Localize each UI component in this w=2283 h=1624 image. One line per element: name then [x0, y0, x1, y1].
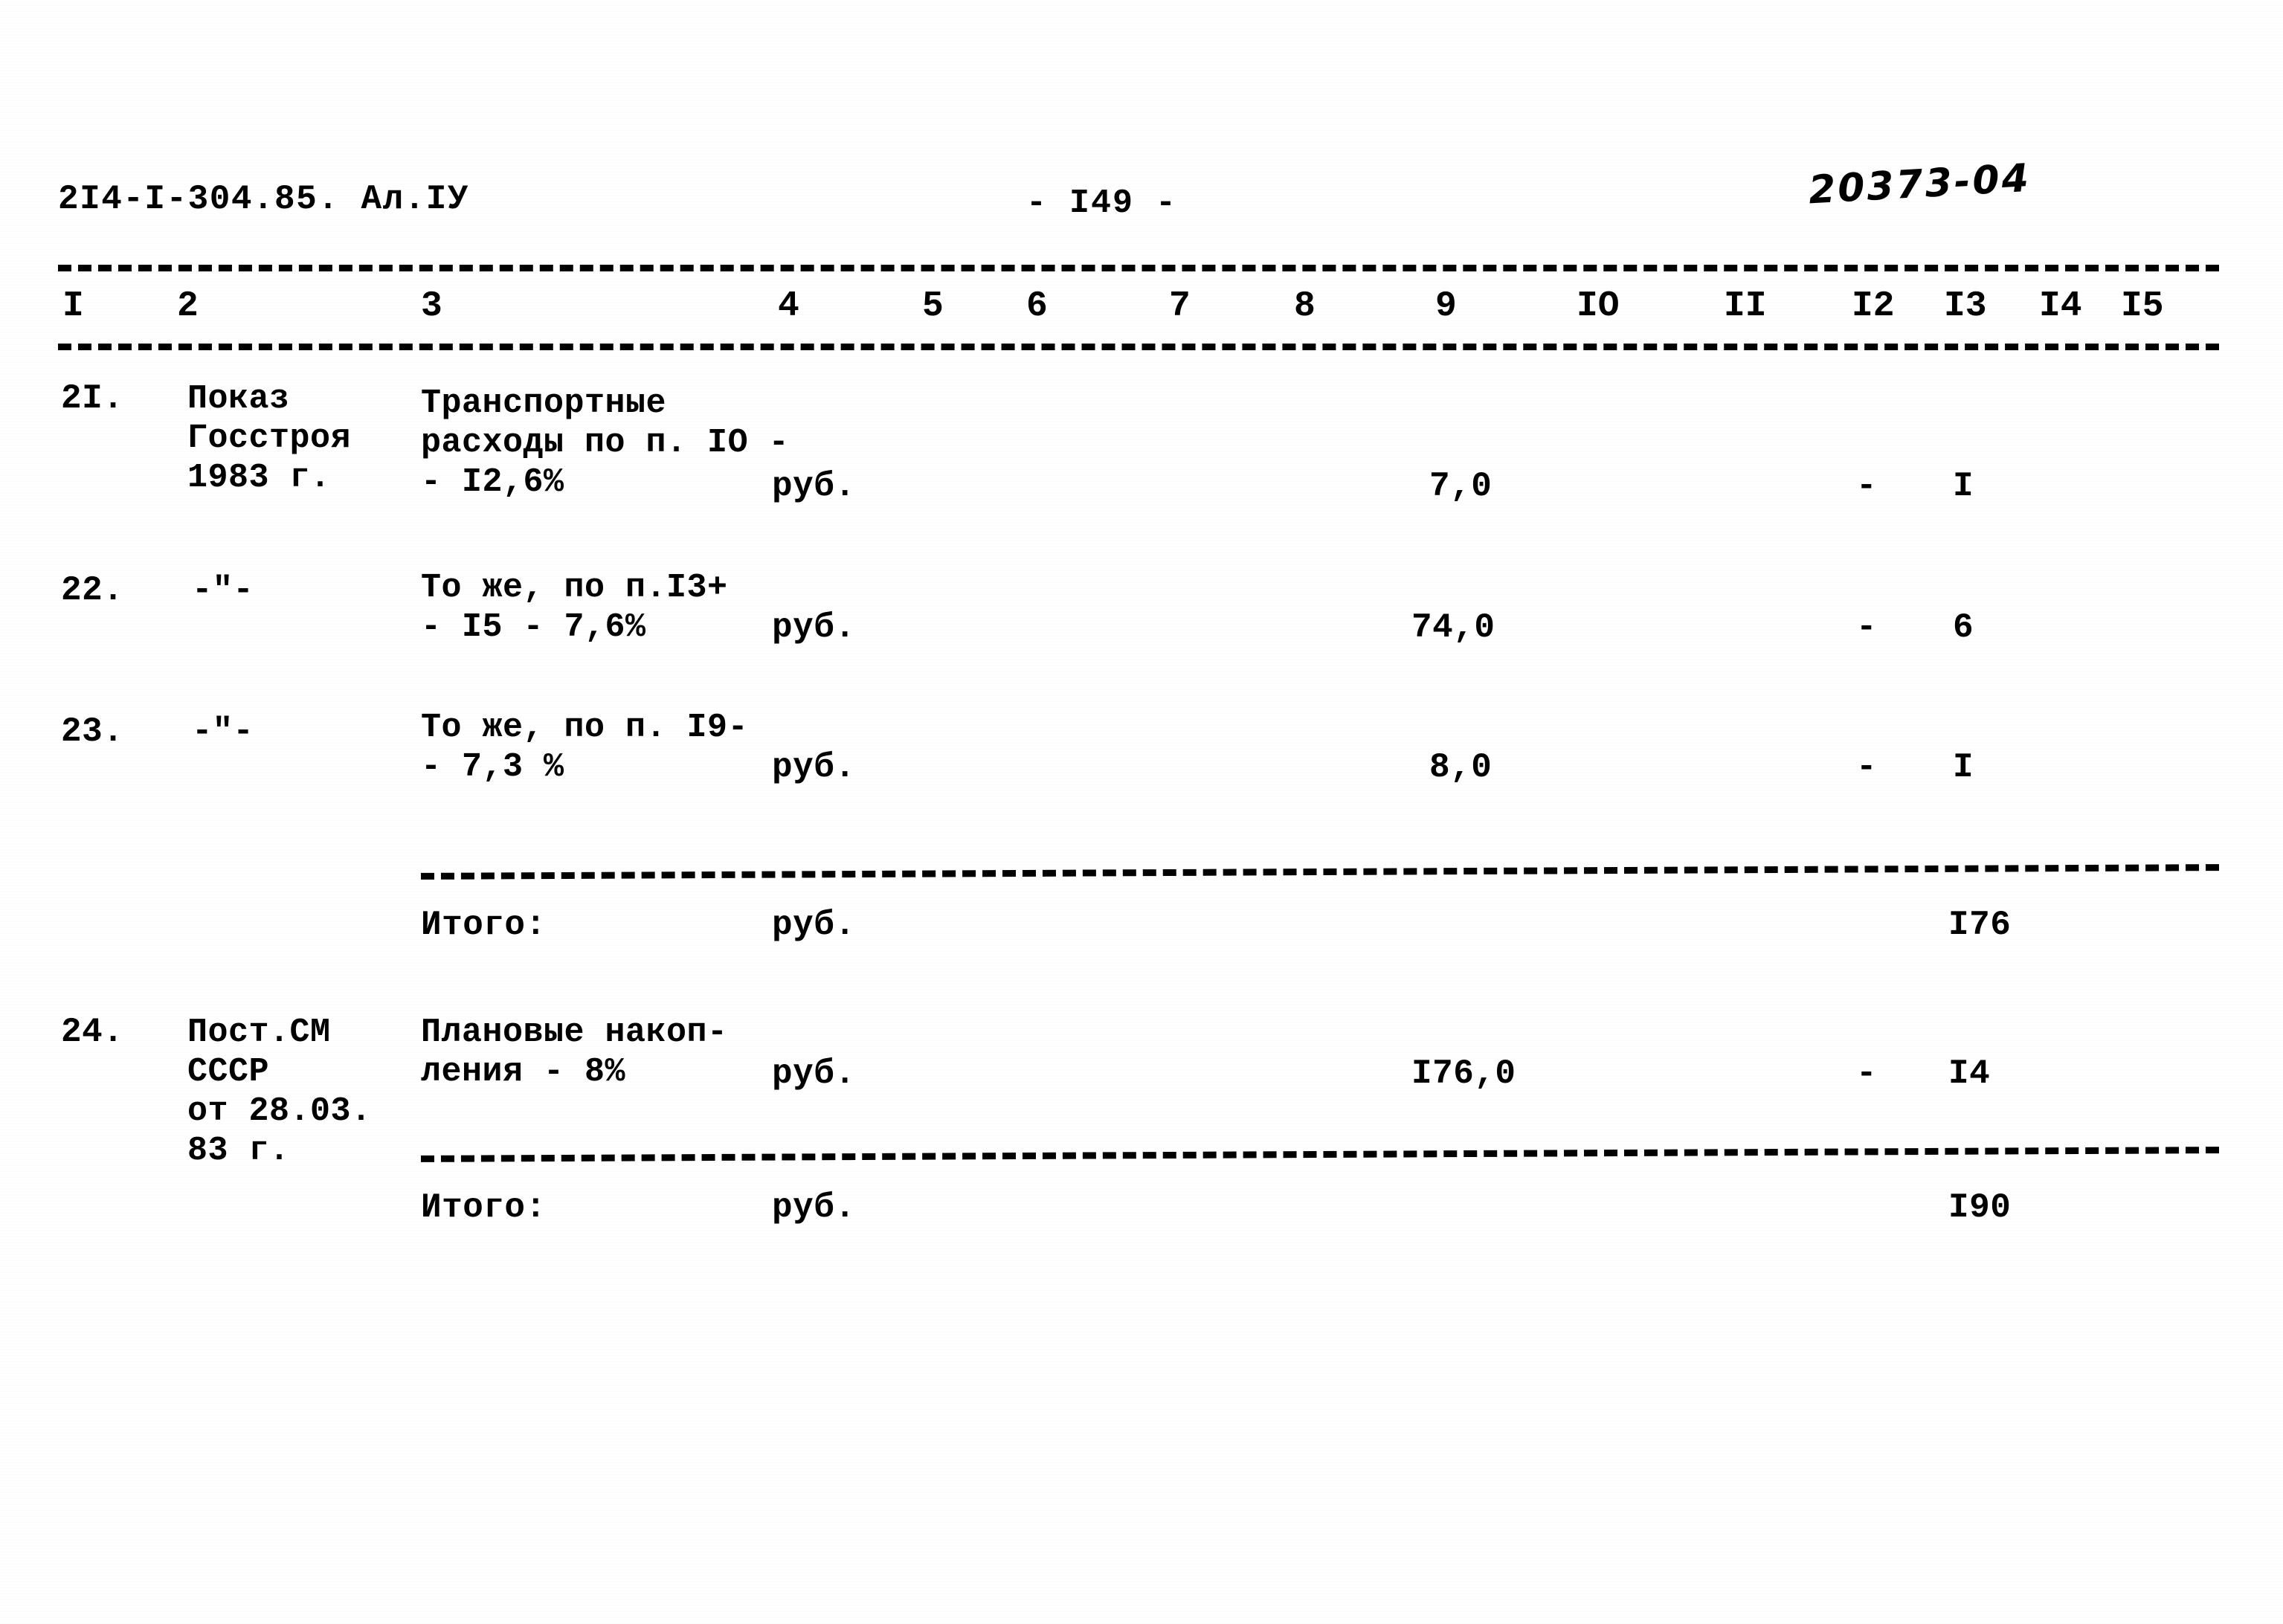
table-row: 22. [61, 571, 124, 610]
document-page: 2I4-I-304.85. Ал.IУ - I49 - 20373-04 I 2… [0, 0, 2283, 1624]
row-value-col12: - [1856, 748, 1878, 787]
row-basis: Показ Госстроя 1983 г. [187, 380, 352, 497]
row-value-col9: 74,0 [1411, 608, 1495, 647]
row-description: То же, по п. I9- - 7,3 % [421, 709, 749, 786]
table-row: 24. [61, 1013, 124, 1051]
row-value-col9: I76,0 [1411, 1054, 1516, 1093]
column-number-11: II [1724, 286, 1767, 326]
total-unit: руб. [772, 1188, 856, 1227]
column-number-10: IO [1577, 286, 1620, 326]
row-description: То же, по п.I3+ - I5 - 7,6% [421, 569, 728, 646]
total-label: Итого: [421, 1188, 547, 1227]
subtotal-value-col13: I76 [1948, 906, 2012, 944]
column-number-14: I4 [2039, 286, 2082, 326]
document-code: 2I4-I-304.85. Ал.IУ [58, 180, 469, 219]
page-number: - I49 - [1026, 184, 1178, 222]
row-value-col9: 7,0 [1429, 467, 1493, 506]
column-number-12: I2 [1852, 286, 1895, 326]
row-value-col13: I4 [1948, 1054, 1991, 1093]
total-separator-rule [420, 1147, 2220, 1162]
row-description: Транспортные расходы по п. IO - - I2,6% [421, 384, 790, 501]
scan-grain-overlay [0, 0, 2283, 1624]
table-row: 23. [61, 712, 124, 751]
handwritten-archive-number: 20373-04 [1807, 155, 2032, 213]
row-value-col13: I [1953, 467, 1974, 506]
row-value-col12: - [1856, 467, 1878, 506]
row-value-col13: 6 [1953, 608, 1974, 647]
row-unit: руб. [772, 467, 856, 506]
subtotal-label: Итого: [421, 906, 547, 944]
row-value-col9: 8,0 [1429, 748, 1493, 787]
row-unit: руб. [772, 748, 856, 787]
column-number-1: I [62, 286, 84, 326]
row-basis: -"- [192, 571, 254, 610]
table-row: 2I. [61, 379, 124, 418]
column-number-15: I5 [2121, 286, 2164, 326]
row-value-col13: I [1953, 748, 1974, 787]
table-header-top-rule [58, 265, 2219, 271]
column-number-5: 5 [922, 286, 944, 326]
row-value-col12: - [1856, 608, 1878, 647]
column-number-8: 8 [1294, 286, 1316, 326]
column-number-9: 9 [1435, 286, 1457, 326]
column-number-13: I3 [1944, 286, 1987, 326]
row-basis: -"- [192, 712, 254, 751]
row-basis: Пост.СМ СССР от 28.03. 83 г. [187, 1014, 372, 1170]
column-number-3: 3 [421, 286, 442, 326]
column-number-7: 7 [1169, 286, 1191, 326]
column-number-6: 6 [1026, 286, 1048, 326]
subtotal-separator-rule [420, 864, 2220, 880]
table-header-bottom-rule [58, 344, 2219, 350]
subtotal-unit: руб. [772, 906, 856, 944]
column-number-4: 4 [778, 286, 799, 326]
row-value-col12: - [1856, 1054, 1878, 1093]
row-unit: руб. [772, 1054, 856, 1093]
row-description: Плановые накоп- ления - 8% [421, 1014, 728, 1091]
row-unit: руб. [772, 608, 856, 647]
total-value-col13: I90 [1948, 1188, 2012, 1227]
column-number-2: 2 [177, 286, 199, 326]
